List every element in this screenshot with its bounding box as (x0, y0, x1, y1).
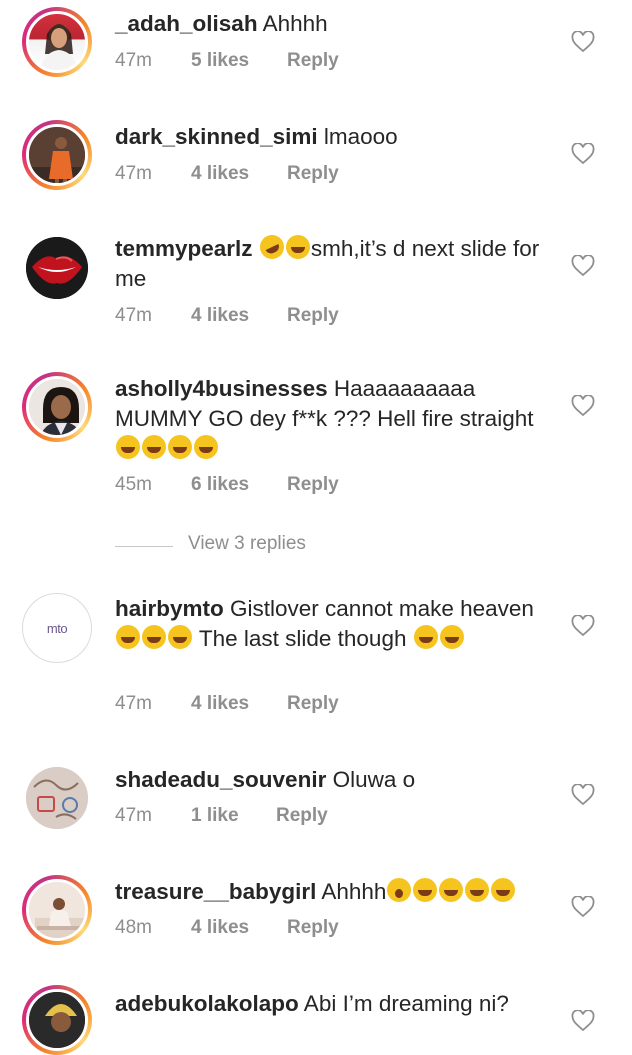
view-replies-label[interactable]: View 3 replies (188, 533, 306, 555)
reply-button[interactable]: Reply (287, 305, 339, 327)
reply-button[interactable]: Reply (287, 693, 339, 715)
face-with-tears-of-joy-icon (465, 878, 490, 902)
timestamp: 47m (115, 305, 152, 326)
username[interactable]: shadeadu_souvenir (115, 767, 326, 792)
heart-outline-icon[interactable] (571, 395, 595, 417)
profile-photo-woman-icon (29, 379, 85, 435)
comment-text: treasure__babygirl Ahhhh (115, 877, 555, 907)
comment-message: lmaooo (317, 124, 398, 149)
comment-text: temmypearlz smh,it’s d next slide for me (115, 231, 555, 294)
face-with-tears-of-joy-icon (413, 625, 438, 649)
reply-button[interactable]: Reply (287, 50, 339, 72)
divider-line (115, 546, 173, 547)
heart-outline-icon[interactable] (571, 143, 595, 165)
comment-message: Oluwa o (326, 767, 416, 792)
face-with-tears-of-joy-icon (116, 625, 140, 649)
comment-text: _adah_olisah Ahhhh (115, 9, 555, 39)
avatar[interactable] (22, 875, 92, 945)
username[interactable]: asholly4businesses (115, 376, 328, 401)
avatar[interactable] (22, 233, 92, 303)
comment-text: hairbymto Gistlover cannot make heaven T… (115, 594, 555, 654)
face-with-open-mouth-icon (387, 878, 412, 902)
heart-outline-icon[interactable] (571, 784, 595, 806)
likes-count[interactable]: 4 likes (191, 163, 249, 185)
profile-photo-woman-white-top-icon (40, 24, 78, 70)
timestamp: 48m (115, 917, 152, 938)
profile-photo-woman-headwrap-icon (29, 992, 85, 1048)
reply-button[interactable]: Reply (287, 917, 339, 939)
username[interactable]: hairbymto (115, 596, 224, 621)
username[interactable]: _adah_olisah (115, 11, 258, 36)
likes-count[interactable]: 1 like (191, 805, 239, 827)
likes-count[interactable]: 5 likes (191, 50, 249, 72)
heart-outline-icon[interactable] (571, 1010, 595, 1032)
face-with-tears-of-joy-icon (439, 625, 464, 649)
face-with-tears-of-joy-icon (168, 625, 192, 649)
comment-meta: 48m 4 likes Reply (115, 917, 339, 939)
username[interactable]: treasure__babygirl (115, 879, 316, 904)
timestamp: 47m (115, 693, 152, 714)
avatar[interactable] (22, 985, 92, 1055)
comment-message: Ahhhh (257, 11, 328, 36)
avatar[interactable] (22, 763, 92, 833)
username[interactable]: temmypearlz (115, 236, 253, 261)
comment-message: Gistlover cannot make heaven (223, 596, 534, 621)
face-with-tears-of-joy-icon (194, 435, 218, 459)
username[interactable]: dark_skinned_simi (115, 124, 318, 149)
face-with-tears-of-joy-icon (142, 625, 166, 649)
comment-text: adebukolakolapo Abi I’m dreaming ni? (115, 989, 555, 1019)
comment-text: shadeadu_souvenir Oluwa o (115, 765, 555, 795)
comment-message: Abi I’m dreaming ni? (298, 991, 509, 1016)
avatar[interactable] (22, 372, 92, 442)
username[interactable]: adebukolakolapo (115, 991, 299, 1016)
comment-text: asholly4businesses Haaaaaaaaaa MUMMY GO … (115, 374, 555, 464)
comment-meta: 47m 4 likes Reply (115, 693, 339, 715)
comment-text: dark_skinned_simi lmaooo (115, 122, 555, 152)
face-with-tears-of-joy-icon (116, 435, 140, 459)
likes-count[interactable]: 6 likes (191, 474, 249, 496)
profile-photo-woman-seated-icon (29, 882, 85, 938)
reply-button[interactable]: Reply (276, 805, 328, 827)
comment-meta: 47m 5 likes Reply (115, 50, 339, 72)
reply-button[interactable]: Reply (287, 474, 339, 496)
face-with-tears-of-joy-icon (439, 878, 464, 902)
comment-message: Ahhhh (316, 879, 387, 904)
reply-button[interactable]: Reply (287, 163, 339, 185)
face-with-tears-of-joy-icon (285, 235, 310, 259)
comment-meta: 47m 4 likes Reply (115, 163, 339, 185)
comment-meta: 47m 1 like Reply (115, 805, 328, 827)
comment-meta: 45m 6 likes Reply (115, 474, 339, 496)
heart-outline-icon[interactable] (571, 615, 595, 637)
likes-count[interactable]: 4 likes (191, 917, 249, 939)
likes-count[interactable]: 4 likes (191, 693, 249, 715)
profile-photo-souvenir-icon (26, 767, 88, 829)
timestamp: 47m (115, 163, 152, 184)
comment-message: The last slide though (193, 626, 413, 651)
timestamp: 47m (115, 50, 152, 71)
rolling-on-floor-laughing-icon (255, 231, 288, 263)
heart-outline-icon[interactable] (571, 31, 595, 53)
avatar[interactable]: mto (22, 593, 92, 663)
face-with-tears-of-joy-icon (413, 878, 438, 902)
timestamp: 45m (115, 474, 152, 495)
face-with-tears-of-joy-icon (168, 435, 192, 459)
face-with-tears-of-joy-icon (142, 435, 166, 459)
avatar[interactable] (22, 120, 92, 190)
profile-photo-woman-orange-dress-icon (29, 127, 85, 183)
avatar-logo-text: mto (46, 620, 68, 636)
likes-count[interactable]: 4 likes (191, 305, 249, 327)
heart-outline-icon[interactable] (571, 255, 595, 277)
timestamp: 47m (115, 805, 152, 826)
profile-photo-red-lips-icon (26, 237, 88, 299)
avatar[interactable] (22, 7, 92, 77)
face-with-tears-of-joy-icon (491, 878, 516, 902)
heart-outline-icon[interactable] (571, 896, 595, 918)
comment-meta: 47m 4 likes Reply (115, 305, 339, 327)
